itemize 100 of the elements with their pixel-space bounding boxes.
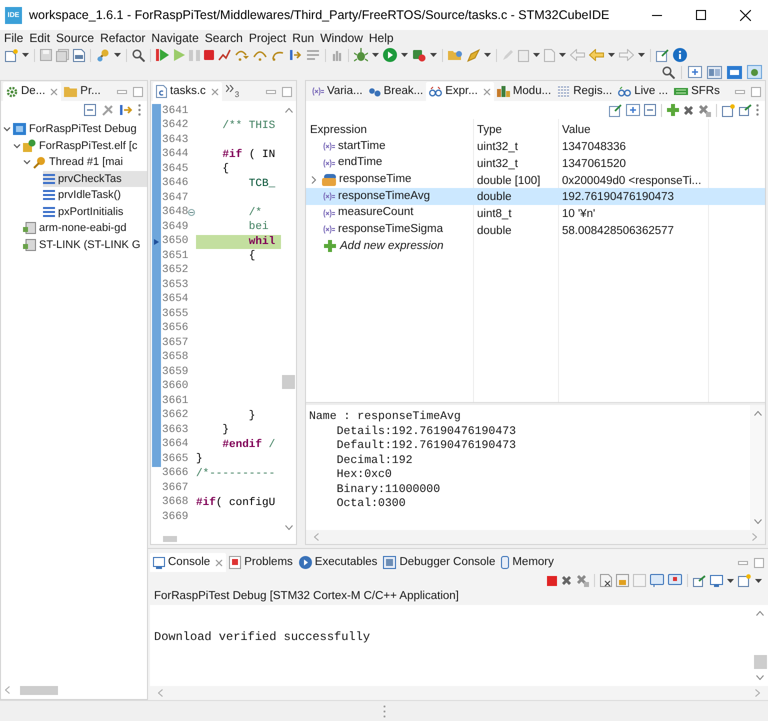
menu-item[interactable]: Run xyxy=(292,29,314,47)
grip-icon[interactable] xyxy=(382,704,386,718)
search-icon[interactable] xyxy=(662,66,675,78)
menu-item[interactable]: Refactor xyxy=(100,29,146,47)
menu-item[interactable]: File xyxy=(4,29,24,47)
pin-editor-icon[interactable] xyxy=(609,104,622,116)
live-expression-icon[interactable] xyxy=(618,86,632,97)
minimize-window-icon[interactable] xyxy=(652,14,662,16)
menu-item[interactable]: Help xyxy=(368,29,394,47)
open-perspective-icon[interactable] xyxy=(688,66,702,78)
tab[interactable]: tasks.c xyxy=(153,82,222,101)
c-perspective-icon[interactable] xyxy=(707,66,722,78)
tab[interactable]: Pr... xyxy=(61,82,104,101)
tab[interactable]: Debugger Console xyxy=(380,553,498,572)
table-row[interactable]: responseTimeAvg double 192.76190476190473 xyxy=(306,188,765,205)
tab[interactable]: Expr... xyxy=(426,82,494,101)
process-icon[interactable] xyxy=(23,139,36,152)
scroll-up-icon[interactable] xyxy=(756,611,764,616)
maximize-icon[interactable] xyxy=(751,86,761,96)
close-icon[interactable] xyxy=(482,88,491,96)
tab[interactable]: Varia... xyxy=(308,82,366,101)
open-folder-icon[interactable] xyxy=(448,49,463,61)
chevron-icon[interactable] xyxy=(13,142,21,150)
maximize-icon[interactable] xyxy=(133,86,143,96)
target-icon[interactable] xyxy=(23,222,36,234)
new-console-icon[interactable] xyxy=(722,104,735,116)
dropdown-caret-icon[interactable] xyxy=(608,53,615,57)
dropdown-caret-icon[interactable] xyxy=(484,53,491,57)
chevron-icon[interactable] xyxy=(3,125,11,134)
menu-item[interactable]: Source xyxy=(56,29,94,47)
chevron-icon[interactable] xyxy=(23,158,31,166)
dropdown-caret-icon[interactable] xyxy=(727,578,734,582)
display-console-icon[interactable] xyxy=(710,574,723,586)
stack-frame-icon[interactable] xyxy=(43,190,55,200)
view-menu-icon[interactable] xyxy=(138,104,141,116)
collapse-all-icon[interactable] xyxy=(644,104,656,116)
clear-console-icon[interactable] xyxy=(600,574,612,587)
dropdown-caret-icon[interactable] xyxy=(401,53,408,57)
problems-icon[interactable] xyxy=(229,556,242,569)
menu-item[interactable]: Window xyxy=(320,29,363,47)
scroll-up-icon[interactable] xyxy=(754,411,762,416)
search-icon[interactable] xyxy=(132,48,145,62)
close-icon[interactable] xyxy=(215,558,224,566)
sfr-icon[interactable] xyxy=(674,88,688,95)
maximize-icon[interactable] xyxy=(754,558,764,568)
scrollbar-thumb[interactable] xyxy=(20,686,58,694)
menu-item[interactable]: Edit xyxy=(29,29,50,47)
external-tool-icon[interactable] xyxy=(412,48,426,62)
debugger-console-icon[interactable] xyxy=(383,556,396,569)
remove-all-icon[interactable] xyxy=(698,104,711,116)
close-icon[interactable] xyxy=(210,88,219,96)
dropdown-caret-icon[interactable] xyxy=(114,53,121,57)
scroll-down-icon[interactable] xyxy=(754,519,762,524)
scrollbar-thumb[interactable] xyxy=(754,655,766,669)
add-icon[interactable] xyxy=(324,240,336,252)
remove-icon[interactable] xyxy=(561,575,572,586)
tab[interactable]: De... xyxy=(3,82,62,101)
column-header[interactable]: Expression xyxy=(310,124,367,136)
tree-item[interactable]: prvIdleTask() xyxy=(43,187,147,204)
show-output-icon[interactable] xyxy=(650,574,664,587)
watch-expression-icon[interactable] xyxy=(429,86,442,97)
minimize-icon[interactable] xyxy=(117,90,127,94)
fold-icon[interactable] xyxy=(188,209,195,216)
scrollbar-thumb[interactable] xyxy=(282,375,295,389)
stack-frame-icon[interactable] xyxy=(43,174,55,184)
scroll-right-icon[interactable] xyxy=(752,533,757,541)
column-header[interactable]: Value xyxy=(562,124,591,136)
scroll-lock-icon[interactable] xyxy=(616,574,629,587)
dropdown-caret-icon[interactable] xyxy=(22,53,29,57)
close-icon[interactable] xyxy=(50,88,58,96)
console-icon[interactable] xyxy=(153,556,165,568)
tab[interactable]: Console xyxy=(150,553,226,572)
step-return-icon[interactable] xyxy=(271,49,285,61)
new-console-icon[interactable] xyxy=(738,574,751,587)
tree-item[interactable]: ST-LINK (ST-LINK G xyxy=(23,236,147,253)
chevron-icon[interactable] xyxy=(311,176,317,184)
dropdown-caret-icon[interactable] xyxy=(638,53,645,57)
view-menu-icon[interactable] xyxy=(756,104,759,116)
pin-editor-icon[interactable] xyxy=(656,48,669,62)
tab[interactable]: SFRs xyxy=(671,82,723,101)
tab[interactable]: Break... xyxy=(366,82,426,101)
stack-frame-icon[interactable] xyxy=(43,206,55,217)
binary-file-icon[interactable] xyxy=(73,48,85,62)
info-icon[interactable] xyxy=(673,48,687,62)
save-all-icon[interactable] xyxy=(56,48,69,62)
scrollbar-thumb[interactable] xyxy=(163,536,177,542)
add-icon[interactable] xyxy=(667,104,679,116)
scroll-left-icon[interactable] xyxy=(314,533,319,541)
tab[interactable]: Regis... xyxy=(554,82,616,101)
scroll-down-icon[interactable] xyxy=(284,525,292,530)
maximize-icon[interactable] xyxy=(282,86,292,96)
gear-icon[interactable] xyxy=(6,86,18,98)
scroll-left-icon[interactable] xyxy=(158,689,163,697)
table-row[interactable]: responseTime double [100] 0x200049d0 <responseTi... xyxy=(306,171,765,188)
maximize-window-icon[interactable] xyxy=(696,10,706,20)
column-header[interactable]: Type xyxy=(477,124,502,136)
close-window-icon[interactable] xyxy=(740,10,751,20)
more-tabs-icon[interactable] xyxy=(226,85,234,92)
tree-item[interactable]: pxPortInitialis xyxy=(43,204,147,220)
save-icon[interactable] xyxy=(40,49,52,61)
